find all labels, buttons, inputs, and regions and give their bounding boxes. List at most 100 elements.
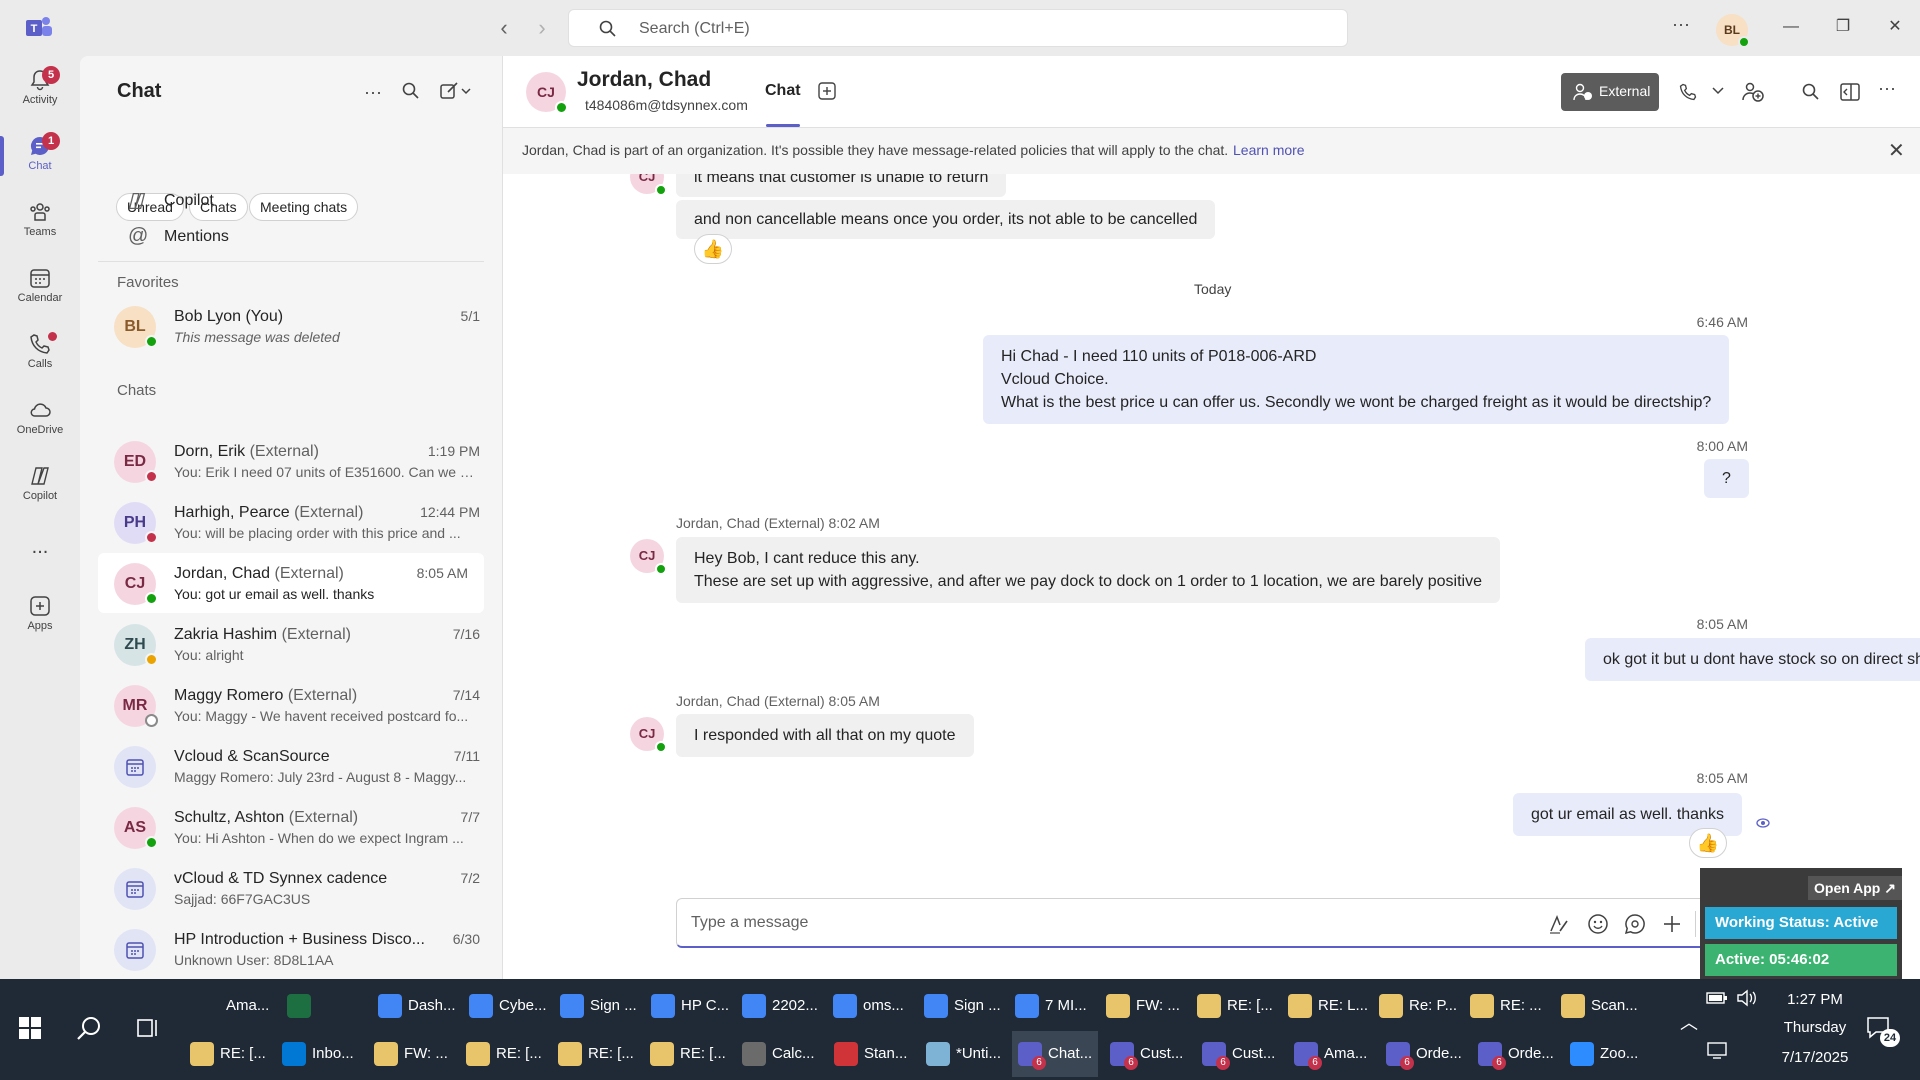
rail-apps[interactable]: Apps [0,586,80,650]
add-people-icon[interactable] [1742,81,1764,103]
chat-row[interactable]: PH Harhigh, Pearce (External) You: will be… [80,492,502,552]
taskbar-app[interactable]: RE: [... [558,1031,634,1077]
message-bubble[interactable]: Hey Bob, I cant reduce this any. These a… [676,537,1500,603]
taskbar-app[interactable]: RE: [... [190,1031,266,1077]
rail-more[interactable]: ... [0,528,80,592]
message-bubble[interactable]: I responded with all that on my quote [676,714,974,757]
new-chat-icon[interactable] [440,82,474,100]
taskbar-app[interactable]: Scan... [1561,983,1638,1029]
taskbar-app[interactable]: HP C... [651,983,729,1029]
tab-chat[interactable]: Chat [765,82,801,100]
chat-row[interactable]: ED Dorn, Erik (External) You: Erik I need … [80,431,502,491]
open-app-button[interactable]: Open App ↗ [1808,876,1902,900]
taskbar-app[interactable]: RE: [... [466,1031,542,1077]
format-icon[interactable] [1548,913,1570,935]
taskbar-app[interactable]: RE: [... [1197,983,1273,1029]
clock-time[interactable]: 1:27 PM [1780,991,1850,1008]
forward-arrow-icon[interactable]: › [530,16,554,40]
thumbs-up-reaction-icon[interactable]: 👍 [1689,828,1727,858]
taskbar-app[interactable]: 6 Chat... [1012,1031,1099,1077]
taskbar-app[interactable]: 6 Cust... [1202,1031,1275,1077]
close-window-button[interactable]: ✕ [1880,14,1910,40]
taskbar-app[interactable]: 6 Ama... [1294,1031,1367,1077]
learn-more-link[interactable]: Learn more [1233,142,1305,158]
taskbar-app[interactable]: Inbo... [282,1031,354,1077]
rail-onedrive[interactable]: OneDrive [0,390,80,454]
profile-avatar[interactable]: BL [1716,14,1750,48]
taskbar-app[interactable]: FW: ... [1106,983,1180,1029]
taskbar-app[interactable]: Stan... [834,1031,907,1077]
chat-row[interactable]: MR Maggy Romero (External) You: Maggy - We… [80,675,502,735]
message-bubble[interactable]: ok got it but u dont have stock so on di… [1585,638,1920,681]
taskbar-app[interactable]: *Unti... [926,1031,1001,1077]
message-bubble[interactable]: Hi Chad - I need 110 units of P018-006-A… [983,335,1730,424]
taskbar-app[interactable]: 6 Cust... [1110,1031,1183,1077]
more-options-icon[interactable]: ··· [1672,14,1690,35]
message-bubble[interactable]: it means that customer is unable to retu… [676,174,1007,197]
taskbar-app[interactable]: RE: ... [1470,983,1542,1029]
taskbar-app[interactable]: Re: P... [1379,983,1457,1029]
chat-row[interactable]: HP Introduction + Business Disco... Unkn… [80,919,502,979]
message-composer[interactable]: Type a message [676,898,1746,948]
taskbar-app[interactable] [287,983,317,1029]
taskbar-app[interactable]: FW: ... [374,1031,448,1077]
more-options-icon[interactable]: ··· [364,82,382,103]
emoji-icon[interactable] [1587,913,1609,935]
taskbar-app[interactable]: oms... [833,983,904,1029]
popout-icon[interactable] [1840,83,1860,101]
display-icon[interactable] [1706,1041,1728,1059]
contact-avatar[interactable]: CJ [526,72,568,114]
taskbar-app[interactable]: 6 Orde... [1386,1031,1462,1077]
notification-center-icon[interactable]: 24 [1866,1015,1900,1047]
back-arrow-icon[interactable]: ‹ [492,16,516,40]
taskbar-app[interactable]: Zoo... [1570,1031,1638,1077]
rail-chat[interactable]: 1 Chat [0,126,80,190]
loop-icon[interactable] [1624,913,1646,935]
taskbar-app[interactable]: RE: L... [1288,983,1368,1029]
add-icon[interactable] [1661,913,1683,935]
chat-row[interactable]: CJ Jordan, Chad (External) You: got ur ema… [98,553,484,613]
chevron-up-icon[interactable]: ︿ [1680,1009,1698,1035]
taskbar-app[interactable]: Ama... [196,983,269,1029]
battery-icon[interactable] [1706,991,1728,1005]
taskbar-app[interactable]: Dash... [378,983,456,1029]
rail-activity[interactable]: 5 Activity [0,60,80,124]
taskbar-app[interactable]: Sign ... [924,983,1001,1029]
task-view-icon[interactable] [136,1017,160,1039]
volume-icon[interactable] [1736,989,1758,1007]
maximize-button[interactable]: ❐ [1828,14,1858,40]
rail-copilot[interactable]: Copilot [0,456,80,520]
windows-start-icon[interactable] [18,1016,42,1040]
chevron-down-icon[interactable] [1712,86,1724,96]
chat-row[interactable]: AS Schultz, Ashton (External) You: Hi Asht… [80,797,502,857]
chat-row[interactable]: vCloud & TD Synnex cadence Sajjad: 66F7G… [80,858,502,918]
message-bubble[interactable]: and non cancellable means once you order… [676,200,1216,239]
contact-name[interactable]: Jordan, Chad [577,68,711,92]
chat-row[interactable]: Vcloud & ScanSource Maggy Romero: July 2… [80,736,502,796]
search-input[interactable]: Search (Ctrl+E) [568,9,1348,47]
taskbar-app[interactable]: 2202... [742,983,818,1029]
minimize-button[interactable]: — [1776,14,1806,40]
taskbar-app[interactable]: RE: [... [650,1031,726,1077]
call-icon[interactable] [1678,82,1698,102]
filter-meeting-chats[interactable]: Meeting chats [249,193,359,221]
rail-teams[interactable]: Teams [0,192,80,256]
message-bubble[interactable]: ? [1704,459,1749,498]
chat-row[interactable]: ZH Zakria Hashim (External) You: alright 7/… [80,614,502,674]
taskbar-app[interactable]: Calc... [742,1031,815,1077]
add-tab-icon[interactable] [818,82,836,100]
taskbar-app[interactable]: Sign ... [560,983,637,1029]
taskbar-app[interactable]: Cybe... [469,983,547,1029]
rail-calls[interactable]: Calls [0,324,80,388]
search-icon[interactable] [1802,83,1820,101]
more-options-icon[interactable]: ··· [1878,78,1896,99]
thumbs-up-reaction-icon[interactable]: 👍 [694,234,732,264]
search-icon[interactable] [76,1015,102,1041]
search-icon[interactable] [402,82,420,100]
chat-row-bob-lyon[interactable]: BL Bob Lyon (You) This message was delet… [80,296,502,356]
taskbar-app[interactable]: 6 Orde... [1478,1031,1554,1077]
rail-calendar[interactable]: Calendar [0,258,80,322]
taskbar-app[interactable]: 7 MI... [1015,983,1087,1029]
external-button[interactable]: External [1561,73,1659,111]
close-icon[interactable]: ✕ [1888,138,1905,163]
